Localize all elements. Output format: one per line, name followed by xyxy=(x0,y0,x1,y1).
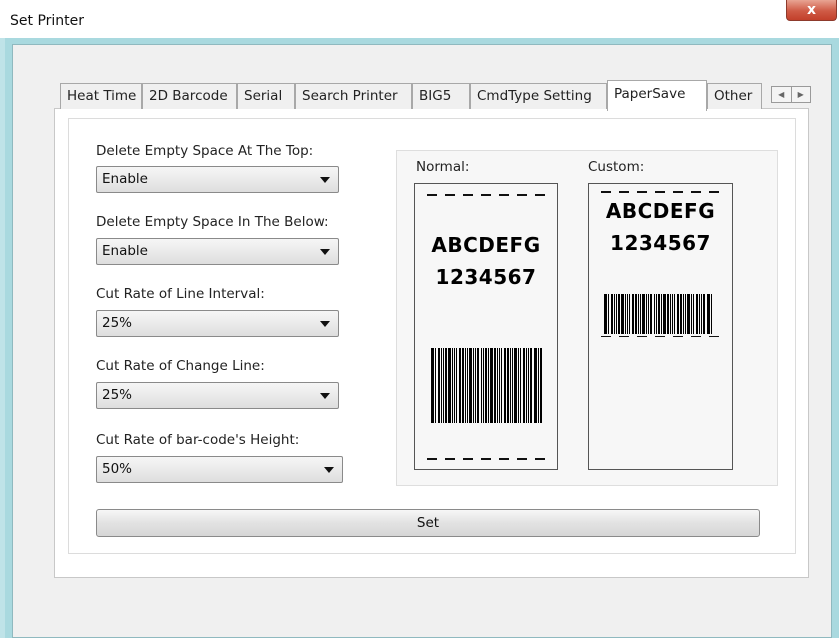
normal-sample-text: ABCDEFG xyxy=(431,233,541,257)
normal-bottom-dash xyxy=(427,458,545,460)
custom-top-dash xyxy=(601,191,719,193)
chevron-down-icon xyxy=(320,177,330,183)
arrow-right-icon[interactable]: ▶ xyxy=(790,87,811,102)
normal-label: Normal: xyxy=(416,159,470,175)
barcode-height-label: Cut Rate of bar-code's Height: xyxy=(96,432,300,448)
tab-other[interactable]: Other xyxy=(707,83,762,109)
below-space-label: Delete Empty Space In The Below: xyxy=(96,214,329,230)
top-space-label: Delete Empty Space At The Top: xyxy=(96,143,314,159)
window-frame-edge xyxy=(0,38,5,638)
tab-search-printer[interactable]: Search Printer xyxy=(295,83,412,109)
custom-bottom-dash xyxy=(601,336,719,337)
chevron-down-icon xyxy=(320,321,330,327)
line-interval-label: Cut Rate of Line Interval: xyxy=(96,286,265,302)
tab-scroll-buttons: ◀ ▶ xyxy=(771,86,811,103)
custom-sample-digits: 1234567 xyxy=(610,231,711,255)
custom-barcode-image xyxy=(604,294,714,334)
close-button[interactable]: x xyxy=(786,0,837,21)
set-button[interactable]: Set xyxy=(96,509,760,537)
normal-sample-digits: 1234567 xyxy=(435,265,537,289)
normal-top-dash xyxy=(427,194,545,196)
tab-serial[interactable]: Serial xyxy=(237,83,295,109)
barcode-height-select[interactable]: 50% xyxy=(96,456,343,483)
line-interval-select[interactable]: 25% xyxy=(96,310,339,337)
chevron-down-icon xyxy=(320,249,330,255)
change-line-label: Cut Rate of Change Line: xyxy=(96,358,265,374)
below-space-select[interactable]: Enable xyxy=(96,238,339,265)
chevron-down-icon xyxy=(324,467,334,473)
tab-heat-time[interactable]: Heat Time xyxy=(60,83,142,109)
tab-2d-barcode[interactable]: 2D Barcode xyxy=(142,83,237,109)
tab-papersave[interactable]: PaperSave xyxy=(607,80,707,111)
normal-barcode-image xyxy=(431,348,542,423)
window-title: Set Printer xyxy=(10,13,85,29)
custom-sample-text: ABCDEFG xyxy=(605,199,716,223)
title-bar: Set Printer x xyxy=(0,0,839,38)
arrow-left-icon[interactable]: ◀ xyxy=(772,87,791,102)
barcode-height-value: 50% xyxy=(102,461,133,477)
top-space-value: Enable xyxy=(102,171,148,187)
normal-ticket xyxy=(414,183,558,470)
chevron-down-icon xyxy=(320,393,330,399)
below-space-value: Enable xyxy=(102,243,148,259)
close-icon: x xyxy=(806,2,817,18)
top-space-select[interactable]: Enable xyxy=(96,166,339,193)
change-line-value: 25% xyxy=(102,387,133,403)
custom-label: Custom: xyxy=(588,159,645,175)
tab-cmdtype-setting[interactable]: CmdType Setting xyxy=(470,83,607,109)
change-line-select[interactable]: 25% xyxy=(96,382,339,409)
tab-big5[interactable]: BIG5 xyxy=(412,83,470,109)
line-interval-value: 25% xyxy=(102,315,133,331)
